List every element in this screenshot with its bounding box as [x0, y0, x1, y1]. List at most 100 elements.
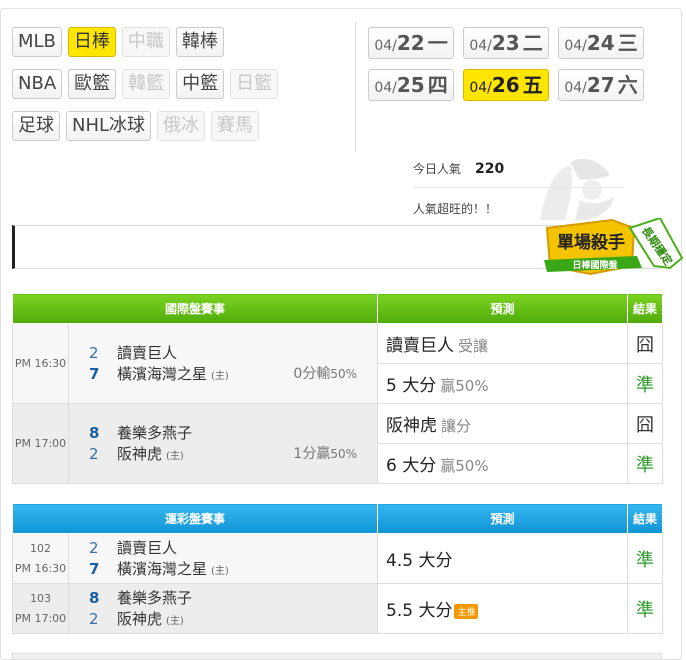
odds-value: 1分贏	[293, 446, 331, 462]
home-score: 7	[89, 364, 100, 383]
table-header: 運彩盤賽事 預測 結果	[11, 503, 664, 534]
game-start-time: PM 17:00	[14, 611, 67, 625]
away-score: 8	[89, 423, 100, 442]
popularity: 今日人氣 220	[413, 160, 613, 177]
sport-row: 足球 NHL冰球 俄冰 賽馬	[12, 111, 342, 153]
home-mark: (主)	[166, 615, 184, 627]
prediction-main: 4.5 大分	[386, 551, 453, 571]
date-month: 04/	[469, 38, 492, 54]
divider	[413, 187, 623, 188]
date-day: 27	[586, 73, 615, 97]
home-score: 2	[89, 609, 99, 628]
date-weekday: 一	[427, 31, 448, 55]
sport-button-kbo[interactable]: 韓棒	[175, 27, 224, 57]
game-teams: 8 養樂多燕子 2 阪神虎 (主)	[67, 583, 379, 634]
date-button[interactable]: 04/22 一	[368, 27, 454, 59]
game-teams: 2 讀賣巨人 7 橫濱海灣之星 (主) 0分輸50%	[67, 323, 379, 404]
bottom-bar	[12, 653, 662, 660]
sport-button-soccer[interactable]: 足球	[12, 111, 60, 141]
prediction-main: 讀賣巨人	[386, 336, 455, 356]
sport-button-horse-racing: 賽馬	[211, 111, 260, 141]
date-button[interactable]: 04/23 二	[463, 27, 549, 59]
game-time: 102 PM 16:30	[12, 533, 69, 584]
single-match-killer-badge: 長期穩定 單場殺手 日棒國際盤	[542, 216, 686, 288]
game-number: 102	[30, 541, 51, 555]
table-header: 國際盤賽事 預測 結果	[11, 293, 664, 324]
column-header-prediction: 預測	[377, 293, 629, 324]
date-weekday: 二	[522, 31, 543, 55]
prediction-sub: 受讓	[458, 337, 489, 355]
sport-button-japan-basketball: 日籃	[230, 69, 279, 99]
date-month: 04/	[564, 38, 587, 54]
column-header-result: 結果	[627, 293, 664, 324]
badge-subtitle: 日棒國際盤	[572, 261, 618, 271]
home-score: 7	[89, 559, 100, 578]
prediction: 4.5 大分	[377, 533, 629, 584]
home-mark: (主)	[211, 565, 229, 577]
sport-button-mlb[interactable]: MLB	[12, 27, 62, 57]
home-team-name: 橫濱海灣之星	[117, 559, 208, 578]
sport-button-korea-basketball: 韓籃	[122, 69, 171, 99]
away-team-name: 讀賣巨人	[117, 343, 178, 362]
popularity-note: 人氣超旺的！！	[413, 202, 498, 216]
home-team-name: 阪神虎	[117, 444, 163, 463]
away-team: 2 讀賣巨人	[89, 343, 377, 364]
result-lose: 囧	[627, 403, 664, 444]
date-button[interactable]: 04/27 六	[558, 69, 644, 101]
odds-percent: 50%	[330, 447, 358, 461]
popularity-label: 今日人氣	[413, 162, 462, 176]
away-team: 8 養樂多燕子	[89, 423, 377, 444]
intl-odds-table: 國際盤賽事 預測 結果 PM 16:30 2 讀賣巨人 7 橫濱海灣之星 (主) 0分…	[11, 293, 664, 484]
prediction-sub: 贏50%	[440, 457, 489, 475]
date-button[interactable]: 04/25 四	[368, 69, 454, 101]
prediction-main: 6 大分	[386, 456, 437, 476]
sport-row: MLB 日棒 中職 韓棒	[12, 27, 342, 69]
sport-filter: MLB 日棒 中職 韓棒 NBA 歐籃 韓籃 中籃 日籃 足球 NHL冰球 俄冰…	[12, 27, 342, 153]
away-score: 8	[89, 588, 100, 607]
away-score: 2	[89, 538, 99, 557]
date-month: 04/	[374, 38, 397, 54]
column-header-matches: 運彩盤賽事	[11, 503, 379, 534]
date-button[interactable]: 04/24 三	[558, 27, 644, 59]
sport-button-euro-basketball[interactable]: 歐籃	[68, 69, 117, 99]
date-day: 25	[396, 73, 425, 97]
featured-tag: 主推	[454, 603, 479, 619]
sport-button-cpbl: 中職	[121, 27, 170, 57]
odds-value: 0分輸	[293, 366, 331, 382]
date-day: 26	[491, 73, 520, 97]
home-mark: (主)	[211, 370, 229, 382]
column-header-prediction: 預測	[377, 503, 629, 534]
sport-button-npb[interactable]: 日棒	[67, 27, 116, 57]
date-weekday: 四	[427, 73, 448, 97]
away-team: 8 養樂多燕子	[89, 588, 377, 609]
away-team-name: 養樂多燕子	[117, 588, 193, 607]
table-row: PM 16:30 2 讀賣巨人 7 橫濱海灣之星 (主) 0分輸50% 讀賣巨人 受讓 …	[12, 323, 664, 404]
prediction-sub: 讓分	[441, 417, 472, 435]
odds-line: 0分輸50%	[293, 363, 357, 383]
game-start-time: PM 16:30	[14, 561, 67, 575]
sport-button-china-basketball[interactable]: 中籃	[176, 69, 225, 99]
home-team-name: 橫濱海灣之星	[117, 364, 208, 383]
prediction: 5.5 大分 主推	[377, 583, 629, 634]
popularity-value: 220	[475, 161, 505, 177]
game-number: 103	[30, 591, 51, 605]
table-row: 103 PM 17:00 8 養樂多燕子 2 阪神虎 (主) 5.5 大分 主推 準	[12, 583, 664, 634]
date-day: 24	[586, 31, 615, 55]
home-score: 2	[89, 444, 99, 463]
home-team: 7 橫濱海灣之星 (主)	[89, 559, 377, 580]
date-row: 04/25 四 04/26 五 04/27 六	[368, 69, 668, 111]
result-win: 準	[627, 533, 664, 584]
home-mark: (主)	[166, 450, 184, 462]
badge-title: 單場殺手	[557, 233, 625, 253]
sport-button-khl: 俄冰	[157, 111, 206, 141]
date-month: 04/	[469, 80, 492, 96]
date-weekday: 六	[617, 73, 638, 97]
prediction: 5 大分 贏50%	[377, 363, 629, 404]
sport-row: NBA 歐籃 韓籃 中籃 日籃	[12, 69, 342, 111]
home-team-name: 阪神虎	[117, 609, 163, 628]
sport-button-nhl[interactable]: NHL冰球	[66, 111, 152, 141]
divider	[355, 22, 356, 152]
sport-button-nba[interactable]: NBA	[12, 69, 63, 99]
date-button-selected[interactable]: 04/26 五	[463, 69, 549, 101]
date-row: 04/22 一 04/23 二 04/24 三	[368, 27, 668, 69]
